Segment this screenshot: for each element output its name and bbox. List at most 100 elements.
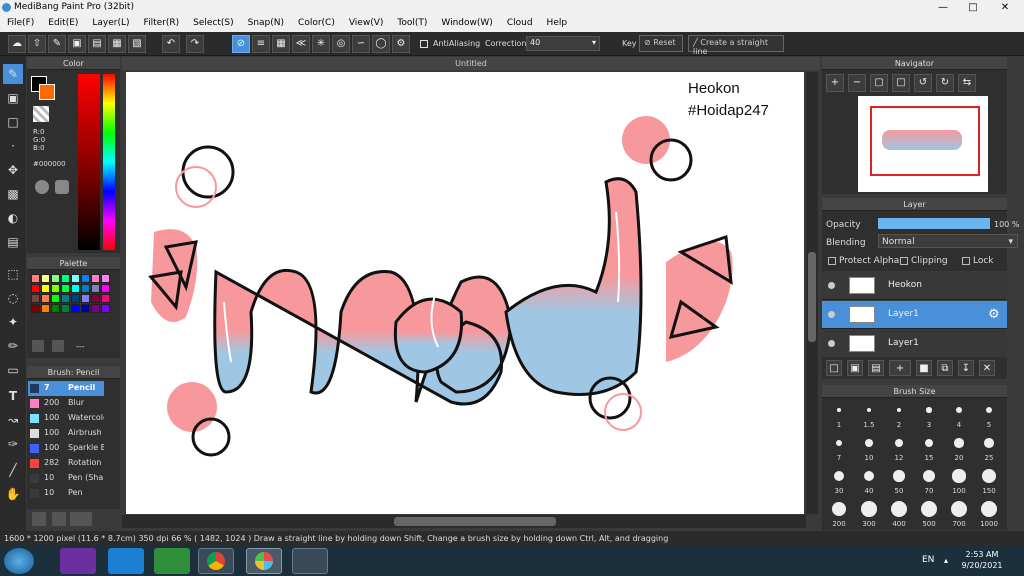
brush-size-option[interactable]: 700	[944, 501, 974, 528]
brush-size-option[interactable]: 150	[974, 468, 1004, 495]
straight-line-button[interactable]: ╱ Create a straight line	[688, 35, 784, 56]
palette-swatch[interactable]	[101, 274, 110, 283]
brush-item[interactable]: 10 Pen (Sha	[28, 471, 104, 486]
blending-select[interactable]: Normal ▾	[878, 234, 1018, 248]
bucket-tool-icon[interactable]: ◐	[3, 208, 23, 228]
palette-swatch[interactable]	[41, 274, 50, 283]
duplicate-layer-icon[interactable]: ⧉	[937, 360, 953, 376]
circle-snap-icon[interactable]: ◎	[332, 35, 350, 53]
palette-swatch[interactable]	[41, 304, 50, 313]
palette-swatch[interactable]	[101, 284, 110, 293]
palette-swatch[interactable]	[101, 294, 110, 303]
palette-swatch[interactable]	[91, 274, 100, 283]
ellipse-snap-icon[interactable]: ◯	[372, 35, 390, 53]
menu-item-5[interactable]: Snap(N)	[241, 16, 291, 32]
palette-swatch[interactable]	[51, 294, 60, 303]
eyedropper-tool-icon[interactable]: ✑	[3, 434, 23, 454]
operation-tool-icon[interactable]: ↝	[3, 410, 23, 430]
visibility-icon[interactable]	[828, 282, 835, 289]
menu-item-6[interactable]: Color(C)	[291, 16, 342, 32]
rotate-right-icon[interactable]: ↻	[936, 74, 954, 92]
brush-size-option[interactable]: 100	[944, 468, 974, 495]
canvas-horizontal-scrollbar[interactable]	[122, 515, 806, 528]
opacity-slider[interactable]	[878, 218, 990, 229]
palette-swatch[interactable]	[91, 304, 100, 313]
brush-tool-icon[interactable]: ✎	[3, 64, 23, 84]
menu-item-4[interactable]: Select(S)	[186, 16, 241, 32]
internet-explorer-icon[interactable]	[108, 548, 144, 574]
brush-size-option[interactable]: 5	[974, 402, 1004, 429]
select-eraser-icon[interactable]: ▭	[3, 360, 23, 380]
brush-size-option[interactable]: 25	[974, 435, 1004, 462]
visibility-icon[interactable]	[828, 340, 835, 347]
medibang-taskbar-icon[interactable]	[246, 548, 282, 574]
close-button[interactable]: ✕	[988, 0, 1022, 16]
palette-swatch[interactable]	[31, 294, 40, 303]
hand-tool-icon[interactable]: ✋	[3, 484, 23, 504]
brush-size-option[interactable]: 40	[854, 468, 884, 495]
paint-icon[interactable]	[292, 548, 328, 574]
palette-swatch[interactable]	[91, 284, 100, 293]
new-8bit-layer-icon[interactable]: ▣	[847, 360, 863, 376]
brush-size-option[interactable]: 1.5	[854, 402, 884, 429]
move-tool-icon[interactable]: ✥	[3, 160, 23, 180]
menu-item-7[interactable]: View(V)	[342, 16, 391, 32]
snap-off-icon[interactable]: ⊘	[232, 35, 250, 53]
rotate-left-icon[interactable]: ↺	[914, 74, 932, 92]
reset-button[interactable]: ⊘ Reset	[639, 35, 683, 52]
brush-item[interactable]: 100 Sparkle B	[28, 441, 104, 456]
brush-item[interactable]: 100 Watercolor	[28, 411, 104, 426]
brush-size-option[interactable]: 30	[824, 468, 854, 495]
start-button[interactable]	[4, 548, 34, 574]
new-layer-icon[interactable]: □	[826, 360, 842, 376]
shape-tool-icon[interactable]: □	[3, 112, 23, 132]
visual-studio-icon[interactable]	[60, 548, 96, 574]
vanishing-snap-icon[interactable]: ≪	[292, 35, 310, 53]
brush-size-option[interactable]: 4	[944, 402, 974, 429]
menu-item-10[interactable]: Cloud	[500, 16, 540, 32]
tray-up-icon[interactable]: ▴	[944, 556, 948, 565]
palette-swatch[interactable]	[61, 274, 70, 283]
brush-size-option[interactable]: 10	[854, 435, 884, 462]
chat-icon[interactable]: ▣	[68, 35, 86, 53]
brush-size-option[interactable]: 7	[824, 435, 854, 462]
brush-size-option[interactable]: 300	[854, 501, 884, 528]
gradient-tool-icon[interactable]: ▤	[3, 232, 23, 252]
language-indicator[interactable]: EN	[922, 555, 934, 565]
palette-swatch[interactable]	[101, 304, 110, 313]
brush-item[interactable]: 7 Pencil	[28, 381, 104, 396]
tab-untitled[interactable]: Untitled	[122, 57, 820, 70]
hue-slider[interactable]	[103, 74, 115, 250]
add-palette-icon[interactable]	[32, 340, 44, 352]
menu-item-11[interactable]: Help	[540, 16, 575, 32]
navigator-preview[interactable]	[858, 96, 988, 192]
layer-row[interactable]: Layer1 ⚙	[822, 301, 1007, 329]
palette-swatch[interactable]	[51, 304, 60, 313]
transparent-color[interactable]	[33, 106, 49, 122]
radial-snap-icon[interactable]: ✳	[312, 35, 330, 53]
divide-tool-icon[interactable]: ╱	[3, 460, 23, 480]
palette-swatch[interactable]	[71, 274, 80, 283]
brush-item[interactable]: 10 Pen	[28, 486, 104, 501]
brush-size-option[interactable]: 1	[824, 402, 854, 429]
menu-item-2[interactable]: Layer(L)	[85, 16, 136, 32]
zoom-in-icon[interactable]: +	[826, 74, 844, 92]
shade-slider[interactable]	[78, 74, 100, 250]
brush-item[interactable]: 100 Airbrush	[28, 426, 104, 441]
eraser-tool-icon[interactable]: ▣	[3, 88, 23, 108]
brush-size-option[interactable]: 20	[944, 435, 974, 462]
layer-row[interactable]: Layer1	[822, 330, 1007, 358]
flip-icon[interactable]: ⇆	[958, 74, 976, 92]
grid-doc-icon[interactable]: ▦	[108, 35, 126, 53]
export-icon[interactable]: ⇧	[28, 35, 46, 53]
brush-size-option[interactable]: 70	[914, 468, 944, 495]
correction-select[interactable]: 40 ▾	[526, 36, 600, 51]
palette-swatch[interactable]	[51, 274, 60, 283]
color-wheel-icon[interactable]	[35, 180, 49, 194]
gear-icon[interactable]: ⚙	[392, 35, 410, 53]
brush-menu-icon[interactable]	[70, 512, 92, 526]
text-tool-icon[interactable]: T	[3, 386, 23, 406]
redo-icon[interactable]: ↷	[186, 35, 204, 53]
drawing-canvas[interactable]: Heokon #Hoidap247	[126, 72, 804, 514]
palette-swatch[interactable]	[61, 284, 70, 293]
